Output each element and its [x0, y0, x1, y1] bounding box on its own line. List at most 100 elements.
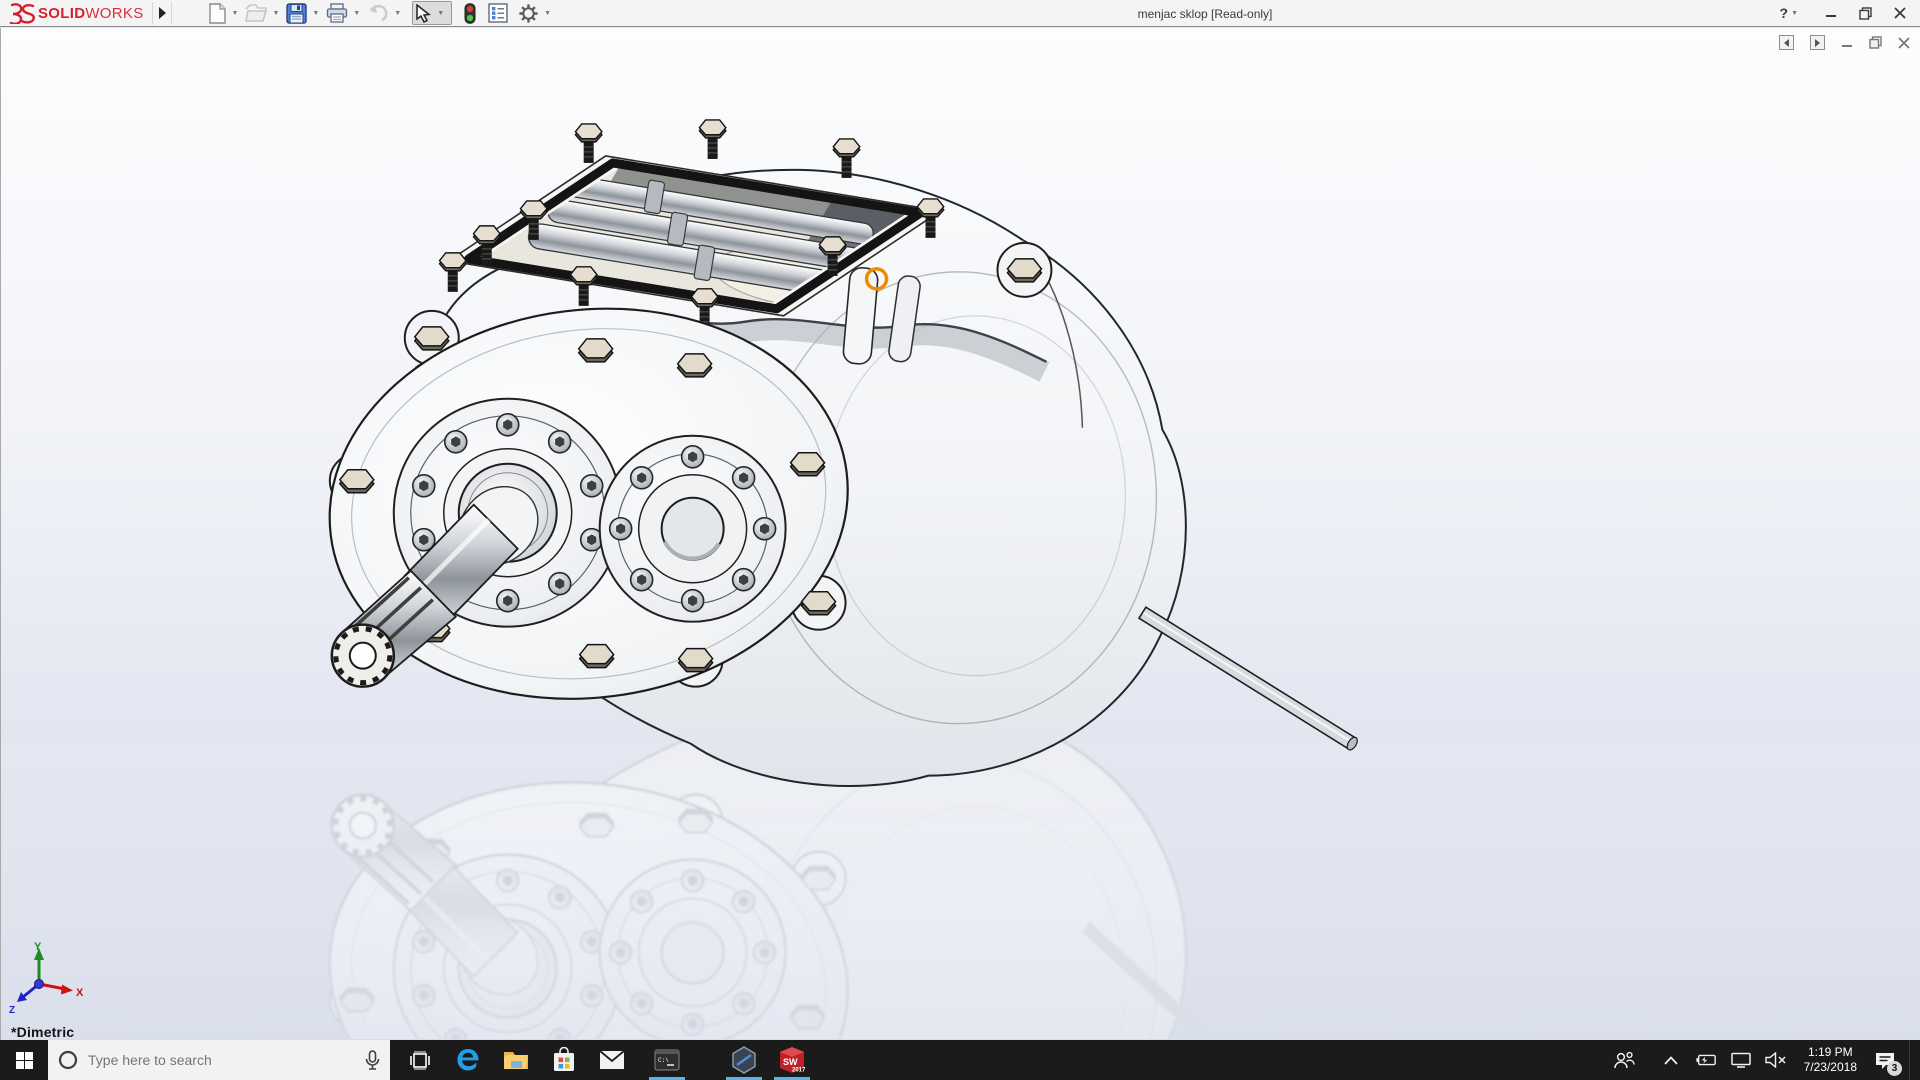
help-dropdown-arrow[interactable]: ▼ — [1791, 10, 1798, 17]
titlebar: SOLIDWORKS ▼ ▼ ▼ — [0, 0, 1920, 27]
task-view-button[interactable] — [404, 1040, 436, 1080]
document-window-controls — [1779, 35, 1910, 50]
gearbox-3d-canvas[interactable] — [1, 28, 1920, 1039]
rebuild-button[interactable] — [462, 1, 478, 25]
volume-button[interactable] — [1765, 1040, 1787, 1080]
solidworks-logo-text: SOLIDWORKS — [38, 5, 144, 22]
document-title: menjac sklop [Read-only] — [1138, 0, 1273, 27]
close-button[interactable] — [1894, 7, 1906, 19]
save-button[interactable] — [284, 1, 309, 25]
hexagon-app-button[interactable] — [728, 1040, 760, 1080]
tray-date: 7/23/2018 — [1804, 1060, 1857, 1075]
show-right-pane-button[interactable] — [1810, 35, 1825, 50]
mail-icon — [599, 1050, 625, 1070]
new-document-icon — [208, 3, 227, 24]
show-desktop-button[interactable] — [1909, 1040, 1914, 1080]
doc-close-icon[interactable] — [1898, 37, 1910, 49]
open-dropdown-arrow[interactable]: ▼ — [272, 10, 279, 17]
solidworks-2017-icon: SW 2017 — [778, 1046, 806, 1074]
left-pane-arrow-icon — [1783, 39, 1790, 47]
sw-icon-text: SW — [783, 1057, 798, 1067]
rebuild-traffic-light-icon — [464, 3, 476, 24]
file-explorer-icon — [503, 1049, 529, 1071]
new-document-button[interactable] — [206, 1, 229, 25]
windows-logo-icon — [16, 1052, 33, 1069]
command-prompt-icon: C:\ — [654, 1049, 680, 1071]
taskbar: C:\ SW 2017 — [0, 1040, 1920, 1080]
options-dropdown-arrow[interactable]: ▼ — [544, 10, 551, 17]
cortana-icon — [58, 1050, 78, 1070]
orientation-triad[interactable]: Y X Z — [5, 940, 89, 1018]
tray-time: 1:19 PM — [1804, 1045, 1857, 1060]
search-input[interactable] — [88, 1052, 355, 1068]
open-button[interactable] — [243, 1, 269, 25]
y-axis-label: Y — [34, 941, 42, 953]
start-button[interactable] — [0, 1040, 48, 1080]
edge-icon — [455, 1047, 481, 1073]
restore-button[interactable] — [1859, 7, 1872, 20]
gearbox-model[interactable] — [307, 120, 1359, 786]
select-dropdown-arrow[interactable]: ▼ — [437, 10, 444, 17]
microphone-icon[interactable] — [365, 1050, 380, 1070]
solidworks-logo: SOLIDWORKS — [8, 2, 144, 24]
undo-arrow-icon — [367, 4, 389, 22]
edge-button[interactable] — [452, 1040, 484, 1080]
undo-button[interactable] — [365, 1, 391, 25]
print-icon — [326, 3, 348, 23]
store-icon — [552, 1047, 576, 1073]
people-button[interactable] — [1613, 1040, 1635, 1080]
sw-icon-year: 2017 — [792, 1068, 806, 1074]
solidworks-taskbar-button[interactable]: SW 2017 — [776, 1040, 808, 1080]
file-explorer-button[interactable] — [500, 1040, 532, 1080]
network-button[interactable] — [1730, 1040, 1752, 1080]
menu-expand-arrow-icon — [158, 7, 166, 19]
select-cursor-icon — [415, 4, 431, 23]
solidworks-logo-icon — [8, 2, 36, 24]
show-left-pane-button[interactable] — [1779, 35, 1794, 50]
x-axis-arrow — [61, 985, 73, 995]
doc-minimize-icon[interactable] — [1841, 37, 1853, 49]
file-properties-icon — [488, 3, 508, 23]
taskbar-search[interactable] — [48, 1040, 390, 1080]
mail-button[interactable] — [596, 1040, 628, 1080]
right-pane-arrow-icon — [1814, 39, 1821, 47]
help-button[interactable]: ? ▼ — [1780, 5, 1804, 21]
cmd-icon-text: C:\ — [658, 1057, 669, 1064]
network-icon — [1730, 1052, 1752, 1068]
print-dropdown-arrow[interactable]: ▼ — [353, 10, 360, 17]
minimize-button[interactable] — [1825, 7, 1837, 19]
battery-button[interactable] — [1695, 1040, 1717, 1080]
minimize-icon — [1825, 7, 1837, 19]
open-folder-icon — [245, 4, 267, 22]
print-button[interactable] — [324, 1, 350, 25]
z-axis-label: Z — [9, 1005, 15, 1016]
command-prompt-button[interactable]: C:\ — [651, 1040, 683, 1080]
volume-muted-icon — [1765, 1052, 1787, 1068]
clock[interactable]: 1:19 PM 7/23/2018 — [1800, 1045, 1861, 1075]
options-gear-icon — [518, 3, 539, 24]
notification-badge: 3 — [1887, 1061, 1902, 1076]
undo-dropdown-arrow[interactable]: ▼ — [394, 10, 401, 17]
restore-icon — [1859, 7, 1872, 20]
doc-restore-icon[interactable] — [1869, 36, 1882, 49]
x-axis-label: X — [76, 987, 84, 999]
close-icon — [1894, 7, 1906, 19]
menu-expand-button[interactable] — [152, 2, 172, 25]
people-icon — [1613, 1051, 1635, 1069]
task-view-icon — [409, 1051, 431, 1070]
save-floppy-icon — [286, 3, 307, 24]
action-center-button[interactable]: 3 — [1874, 1040, 1896, 1080]
window-controls: ? ▼ — [1780, 5, 1907, 21]
options-button[interactable] — [516, 1, 541, 25]
select-button[interactable]: ▼ — [412, 1, 452, 25]
hexagon-app-icon — [731, 1046, 757, 1074]
hidden-icons-button[interactable] — [1660, 1040, 1682, 1080]
battery-charging-icon — [1695, 1053, 1717, 1067]
new-dropdown-arrow[interactable]: ▼ — [232, 10, 239, 17]
store-button[interactable] — [548, 1040, 580, 1080]
graphics-viewport[interactable]: Y X Z *Dimetric — [0, 28, 1920, 1040]
chevron-up-icon — [1664, 1056, 1678, 1065]
save-dropdown-arrow[interactable]: ▼ — [312, 10, 319, 17]
triad-origin — [35, 980, 44, 989]
file-properties-button[interactable] — [486, 1, 510, 25]
